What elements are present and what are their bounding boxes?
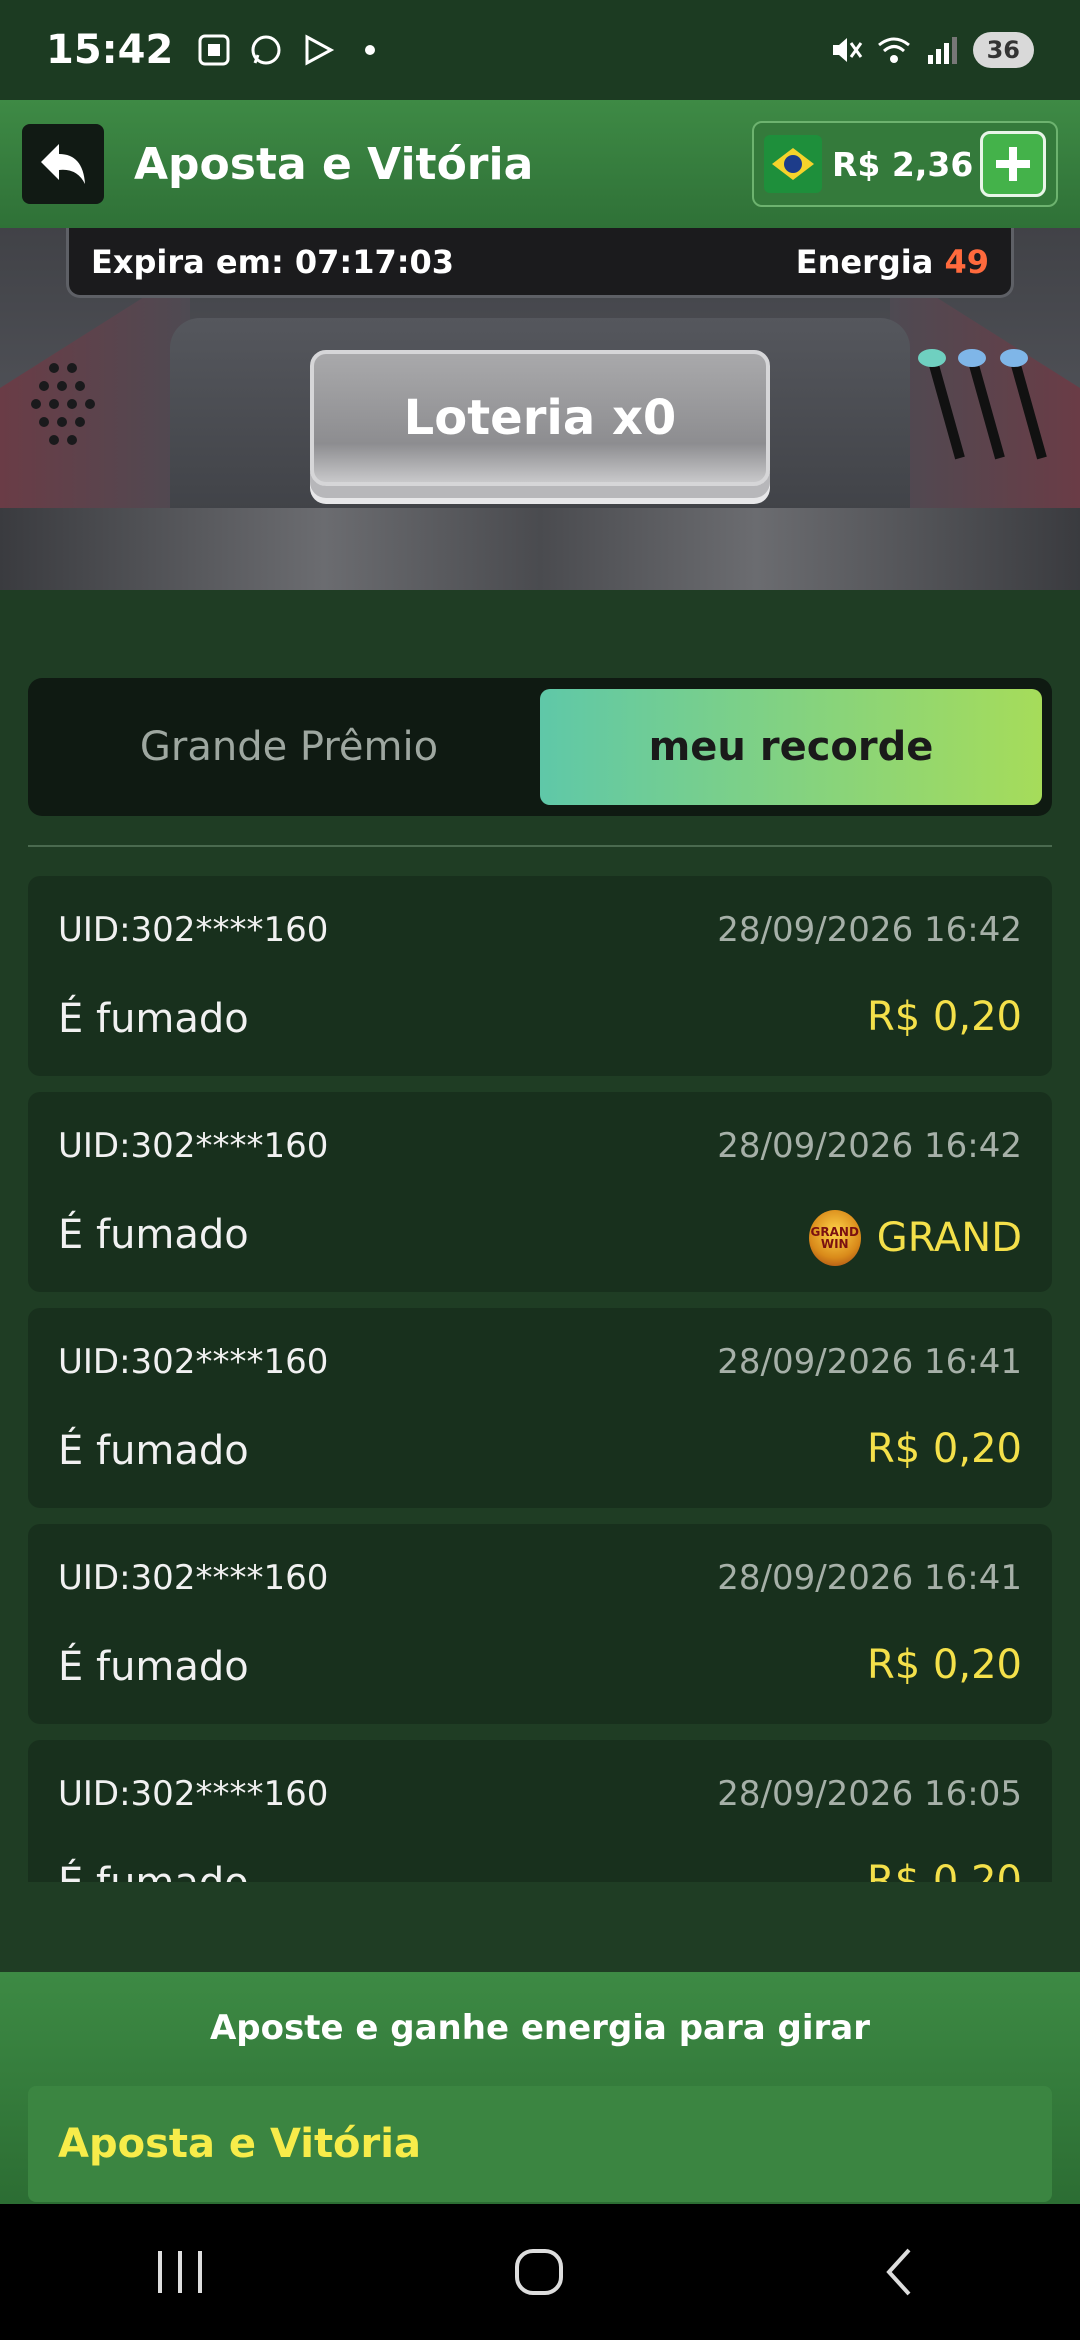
- deposit-plus-button[interactable]: [980, 131, 1046, 197]
- record-uid: UID:302****160: [58, 910, 329, 950]
- record-amount: R$ 0,20: [867, 1642, 1022, 1688]
- recent-apps-button[interactable]: [120, 2232, 240, 2312]
- record-uid: UID:302****160: [58, 1774, 329, 1814]
- record-amount-text: R$ 0,20: [866, 1642, 1022, 1688]
- energy-hint: Aposte e ganhe energia para girar: [209, 2008, 871, 2048]
- balance-widget: R$ 2,36: [752, 121, 1058, 207]
- more-notifications-dot-icon: [365, 45, 376, 55]
- notification-icons: [197, 33, 387, 67]
- system-nav-bar: [0, 2204, 1080, 2340]
- list-item: UID:302****160 28/09/2026 16:42 É fumado…: [28, 1092, 1052, 1292]
- speaker-grille-icon: [31, 363, 95, 445]
- signal-icon: [927, 37, 957, 64]
- record-amount: R$ 0,20: [867, 994, 1022, 1040]
- record-amount-text: R$ 0,20: [866, 1858, 1022, 1882]
- status-bar: 15:42 36: [0, 0, 1080, 100]
- list-item: UID:302****160 28/09/2026 16:41 É fumado…: [28, 1524, 1052, 1724]
- record-status: É fumado: [58, 1212, 249, 1258]
- tab-my-record[interactable]: meu recorde: [540, 689, 1042, 805]
- divider: [28, 845, 1052, 847]
- record-amount: R$ 0,20: [867, 1858, 1022, 1882]
- record-status: É fumado: [58, 1428, 249, 1474]
- page-title: Aposta e Vitória: [134, 138, 534, 190]
- grand-win-icon: GRAND WIN: [808, 1210, 861, 1266]
- machine-base: [0, 508, 1080, 590]
- recent-apps-icon: [158, 2251, 202, 2293]
- record-amount: R$ 0,20: [867, 1426, 1022, 1472]
- energy-counter: Energia 49: [796, 243, 989, 281]
- record-amount-text: GRAND: [876, 1215, 1022, 1261]
- record-time: 28/09/2026 16:41: [717, 1342, 1022, 1382]
- wifi-icon: [877, 37, 910, 63]
- back-nav-button[interactable]: [840, 2232, 960, 2312]
- record-uid: UID:302****160: [58, 1342, 329, 1382]
- records-list[interactable]: UID:302****160 28/09/2026 16:42 É fumado…: [28, 876, 1052, 1882]
- balance-amount: R$ 2,36: [832, 144, 974, 184]
- machine-levers-icon: [918, 349, 1047, 460]
- machine-screen: Expira em: 07:17:03 Energia 49: [66, 228, 1014, 298]
- tab-grand-prize[interactable]: Grande Prêmio: [38, 689, 540, 805]
- status-time: 15:42: [46, 27, 174, 73]
- battery-indicator: 36: [972, 32, 1034, 68]
- record-time: 28/09/2026 16:41: [717, 1558, 1022, 1598]
- status-right: 36: [829, 32, 1034, 68]
- bottom-panel: Aposte e ganhe energia para girar Aposta…: [0, 1972, 1080, 2204]
- record-time: 28/09/2026 16:42: [717, 910, 1022, 950]
- mute-icon: [832, 38, 862, 62]
- record-amount: GRAND WIN GRAND: [808, 1210, 1022, 1266]
- home-icon: [515, 2249, 563, 2295]
- lottery-spin-button[interactable]: Loteria x0: [310, 350, 770, 486]
- record-uid: UID:302****160: [58, 1126, 329, 1166]
- record-amount-text: R$ 0,20: [866, 1426, 1022, 1472]
- record-time: 28/09/2026 16:42: [717, 1126, 1022, 1166]
- record-time: 28/09/2026 16:05: [717, 1774, 1022, 1814]
- record-tabs: Grande Prêmio meu recorde: [28, 678, 1052, 816]
- energy-label: Energia: [795, 242, 934, 281]
- list-item: UID:302****160 28/09/2026 16:41 É fumado…: [28, 1308, 1052, 1508]
- record-status: É fumado: [58, 1644, 249, 1690]
- back-chevron-icon: [886, 2248, 911, 2296]
- whatsapp-icon: [251, 35, 281, 65]
- app-header: Aposta e Vitória R$ 2,36: [0, 100, 1080, 228]
- back-button[interactable]: [22, 124, 104, 204]
- screenshot-icon: [198, 34, 230, 66]
- brazil-flag-icon: [764, 135, 822, 193]
- plus-icon: [996, 147, 1030, 181]
- bet-and-win-button[interactable]: Aposta e Vitória: [28, 2086, 1052, 2202]
- record-amount-text: R$ 0,20: [866, 994, 1022, 1040]
- back-arrow-icon: [41, 144, 85, 184]
- list-item: UID:302****160 28/09/2026 16:42 É fumado…: [28, 876, 1052, 1076]
- lottery-machine: Expira em: 07:17:03 Energia 49 Loteria x…: [0, 228, 1080, 590]
- list-item: UID:302****160 28/09/2026 16:05 É fumado…: [28, 1740, 1052, 1882]
- home-button[interactable]: [480, 2232, 600, 2312]
- record-uid: UID:302****160: [58, 1558, 329, 1598]
- record-status: É fumado: [58, 996, 249, 1042]
- energy-value: 49: [944, 242, 989, 281]
- play-store-icon: [305, 34, 335, 66]
- record-status: É fumado: [58, 1860, 249, 1882]
- expires-timer: Expira em: 07:17:03: [91, 242, 455, 281]
